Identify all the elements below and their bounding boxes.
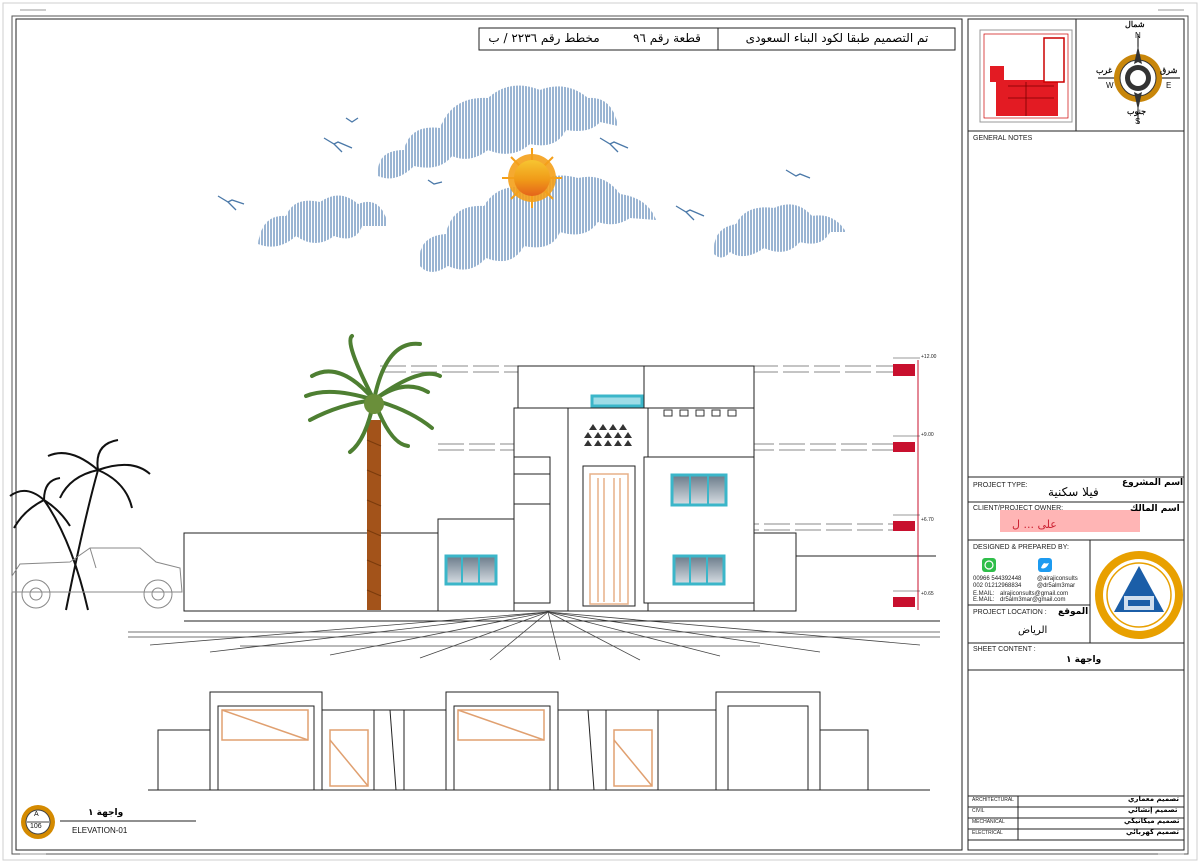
villa-elevation (183, 365, 940, 622)
level-label-top: +12.00 (921, 354, 937, 360)
client-value: على ... ل (1012, 518, 1057, 531)
client-ar-label: اسم المالك (1130, 504, 1180, 514)
discipline-en-mechanical: MECHANICAL (972, 819, 1005, 825)
badge-letter: A (34, 811, 39, 818)
level-label-upper: +9.00 (921, 432, 934, 438)
plan-number-note: مخطط رقم ٢٢٣٦ / ب (488, 31, 600, 45)
key-plan-thumbnail (979, 29, 1073, 123)
sun-graphic (502, 148, 562, 208)
compass-w-letter: W (1106, 81, 1114, 90)
sheet-content-value: واجهة ١ (1066, 655, 1102, 665)
level-markers (893, 357, 920, 610)
discipline-en-architectural: ARCHITECTURAL (972, 797, 1014, 803)
elevation-drawing-sheet (2, 2, 1198, 861)
designer-logo (1095, 551, 1183, 639)
project-location-ar-label: الموقع (1058, 607, 1089, 617)
social-icons (982, 558, 1052, 572)
compass-west-ar: غرب (1096, 66, 1113, 75)
discipline-ar-architectural: تصميم معماري (1128, 795, 1180, 803)
designed-by-label: DESIGNED & PREPARED BY: (973, 544, 1069, 551)
contact-handle-1: @alrajiconsults (1037, 576, 1078, 582)
compass-north-ar: شمال (1125, 20, 1145, 29)
project-type-value: فيلا سكنية (1048, 485, 1099, 499)
compass-s-letter: S (1135, 117, 1141, 126)
sheet-content-label: SHEET CONTENT : (973, 646, 1036, 653)
discipline-en-electrical: ELECTRICAL (972, 830, 1003, 836)
contact-phone-2: 002 01212968834 (973, 583, 1022, 589)
project-location-label: PROJECT LOCATION : (973, 609, 1047, 616)
email-label-2: E.MAIL: (973, 597, 995, 603)
lower-elevation (148, 691, 930, 791)
compass-e-letter: E (1166, 81, 1172, 90)
project-location-value: الرياض (1018, 625, 1048, 636)
contact-handle-2: @dr5alm3mar (1037, 583, 1076, 589)
compass-n-letter: N (1135, 31, 1141, 40)
drawing-label-ar: واجهة ١ (88, 808, 124, 818)
building-code-note: تم التصميم طبقا لكود البناء السعودى (745, 31, 929, 45)
contact-phone-1: 00966 544392448 (973, 576, 1022, 582)
compass-east-ar: شرق (1160, 66, 1178, 75)
compass-south-ar: جنوب (1127, 107, 1147, 116)
discipline-ar-civil: تصميم إنشائي (1128, 806, 1178, 814)
pickup-car (11, 547, 183, 609)
project-type-ar-label: اسم المشروع (1122, 478, 1184, 488)
level-label-ground: +0.65 (921, 591, 934, 597)
general-notes-label: GENERAL NOTES (973, 135, 1033, 142)
discipline-ar-mechanical: تصميم ميكانيكي (1124, 817, 1180, 825)
silhouette-palms (9, 439, 151, 611)
plot-number-note: قطعة رقم ٩٦ (633, 31, 701, 45)
project-type-label: PROJECT TYPE: (973, 482, 1028, 489)
badge-number: 106 (30, 823, 42, 830)
discipline-ar-electrical: تصميم كهربائي (1126, 828, 1180, 836)
discipline-en-civil: CIVIL (972, 808, 985, 814)
client-label: CLIENT/PROJECT OWNER: (973, 505, 1064, 512)
drawing-label-en: ELEVATION-01 (72, 826, 128, 835)
email-2: dr5alm3mar@gmail.com (1000, 597, 1066, 603)
level-label-first: +6.70 (921, 517, 934, 523)
